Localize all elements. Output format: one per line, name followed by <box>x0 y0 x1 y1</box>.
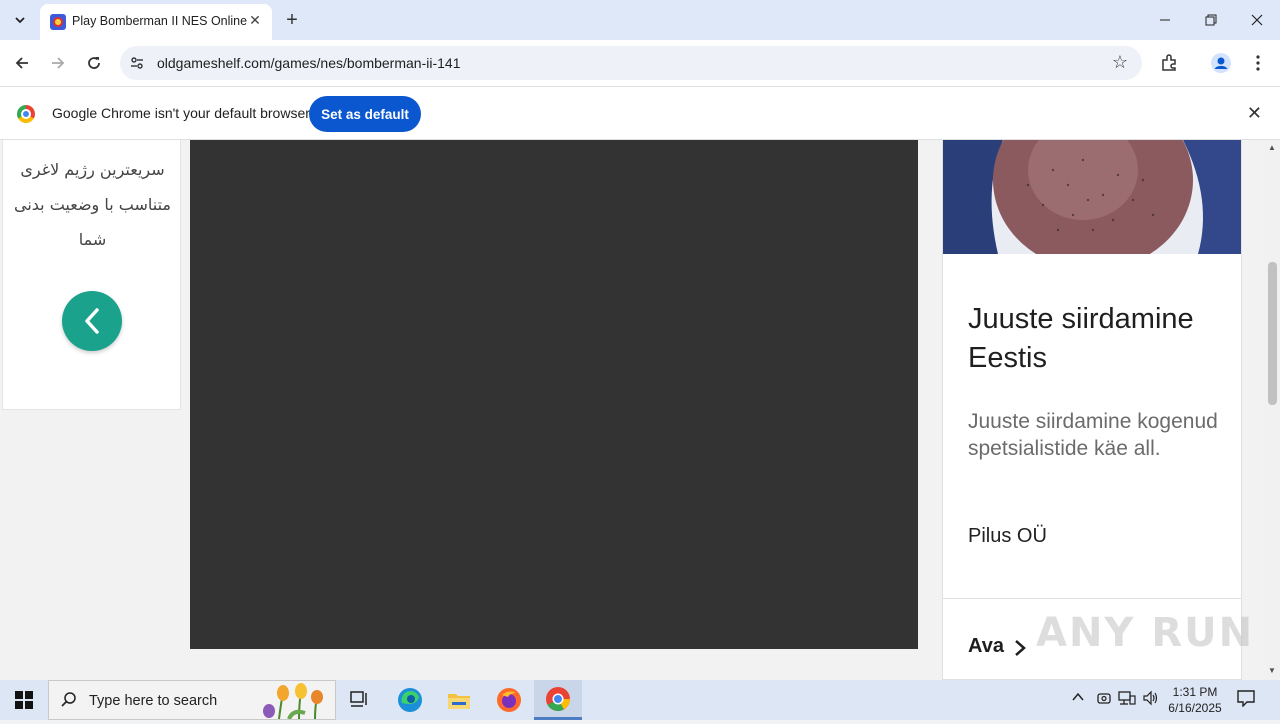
search-icon <box>61 691 77 712</box>
left-ad-text[interactable]: سریعترین رژیم لاغری متناسب با وضعیت بدنی… <box>11 152 174 257</box>
meet-now-icon[interactable] <box>1096 690 1112 709</box>
tab-strip: Play Bomberman II NES Online ✕ + <box>0 0 1280 40</box>
scroll-down-icon[interactable]: ▼ <box>1268 666 1277 675</box>
volume-icon[interactable] <box>1142 690 1160 709</box>
tulips-decoration-icon <box>259 683 331 720</box>
tab-search-button[interactable] <box>6 7 34 33</box>
windows-icon <box>15 691 33 709</box>
ad-headline[interactable]: Juuste siirdamine Eestis <box>968 300 1228 378</box>
scroll-up-icon[interactable]: ▲ <box>1268 143 1277 152</box>
edge-icon <box>398 688 422 712</box>
profile-icon[interactable] <box>1208 50 1234 76</box>
game-canvas[interactable] <box>190 140 918 649</box>
menu-kebab-icon[interactable] <box>1245 50 1271 76</box>
chevron-right-icon[interactable] <box>1013 638 1027 664</box>
folder-icon <box>448 694 470 709</box>
minimize-button[interactable] <box>1142 0 1188 40</box>
clock-date: 6/16/2025 <box>1168 701 1222 715</box>
browser-tab[interactable]: Play Bomberman II NES Online ✕ <box>40 4 272 40</box>
tab-close-icon[interactable]: ✕ <box>246 11 264 29</box>
browser-toolbar: oldgameshelf.com/games/nes/bomberman-ii-… <box>0 40 1280 86</box>
watermark: ANY RUN <box>1036 610 1255 656</box>
url-text[interactable]: oldgameshelf.com/games/nes/bomberman-ii-… <box>157 55 460 71</box>
chevron-down-icon <box>15 17 25 24</box>
chevron-left-icon <box>85 308 99 334</box>
taskbar: Type here to search 1:31 PM 6/16/2025 <box>0 680 1280 720</box>
chrome-icon <box>546 686 570 711</box>
close-icon <box>1251 14 1263 26</box>
tray-overflow-icon[interactable] <box>1071 690 1085 707</box>
left-ad-arrow-button[interactable] <box>62 291 122 351</box>
infobar-message: Google Chrome isn't your default browser <box>52 105 310 121</box>
search-placeholder[interactable]: Type here to search <box>89 693 217 709</box>
firefox-taskbar-button[interactable] <box>485 680 533 720</box>
network-icon[interactable] <box>1118 690 1136 709</box>
tab-title: Play Bomberman II NES Online <box>72 14 248 28</box>
ad-divider <box>943 598 1241 599</box>
taskbar-search[interactable]: Type here to search <box>48 680 336 720</box>
restore-icon <box>1205 14 1217 26</box>
extensions-icon[interactable] <box>1156 50 1182 76</box>
task-view-icon <box>350 691 367 707</box>
site-info-icon[interactable] <box>128 54 146 72</box>
task-view-button[interactable] <box>336 680 384 720</box>
ad-image[interactable] <box>943 140 1241 254</box>
arrow-left-icon <box>15 57 28 69</box>
set-as-default-button[interactable]: Set as default <box>309 96 421 132</box>
restore-button[interactable] <box>1188 0 1234 40</box>
reload-button[interactable] <box>81 50 107 76</box>
bookmark-star-icon[interactable]: ☆ <box>1112 52 1128 73</box>
chrome-logo-icon <box>17 105 35 123</box>
minimize-icon <box>1160 19 1170 21</box>
firefox-icon <box>497 688 521 712</box>
new-tab-button[interactable]: + <box>280 8 304 32</box>
bomberman-favicon-icon <box>50 14 66 30</box>
page-scrollbar[interactable]: ▲ ▼ <box>1265 140 1280 680</box>
forward-button[interactable] <box>45 50 71 76</box>
ad-description: Juuste siirdamine kogenud spetsialistide… <box>968 410 1218 460</box>
scroll-thumb[interactable] <box>1268 262 1277 405</box>
system-clock[interactable]: 1:31 PM 6/16/2025 <box>1160 684 1230 716</box>
start-button[interactable] <box>0 680 48 720</box>
default-browser-infobar: Google Chrome isn't your default browser… <box>0 86 1280 140</box>
page-viewport: سریعترین رژیم لاغری متناسب با وضعیت بدنی… <box>0 140 1280 680</box>
close-window-button[interactable] <box>1234 0 1280 40</box>
right-ad[interactable]: Juuste siirdamine Eestis Juuste siirdami… <box>942 140 1242 680</box>
left-ad[interactable]: سریعترین رژیم لاغری متناسب با وضعیت بدنی… <box>2 140 181 410</box>
address-bar[interactable]: oldgameshelf.com/games/nes/bomberman-ii-… <box>120 46 1142 80</box>
arrow-right-icon <box>52 57 65 69</box>
back-button[interactable] <box>9 50 35 76</box>
chrome-taskbar-button[interactable] <box>534 680 582 720</box>
ad-advertiser: Pilus OÜ <box>968 525 1047 547</box>
notification-icon[interactable] <box>1236 689 1256 712</box>
ad-cta-button[interactable]: Ava <box>968 635 1004 658</box>
reload-icon <box>88 57 100 69</box>
clock-time: 1:31 PM <box>1172 685 1218 699</box>
edge-taskbar-button[interactable] <box>386 680 434 720</box>
file-explorer-button[interactable] <box>435 680 483 720</box>
infobar-close-icon[interactable]: ✕ <box>1247 103 1262 124</box>
